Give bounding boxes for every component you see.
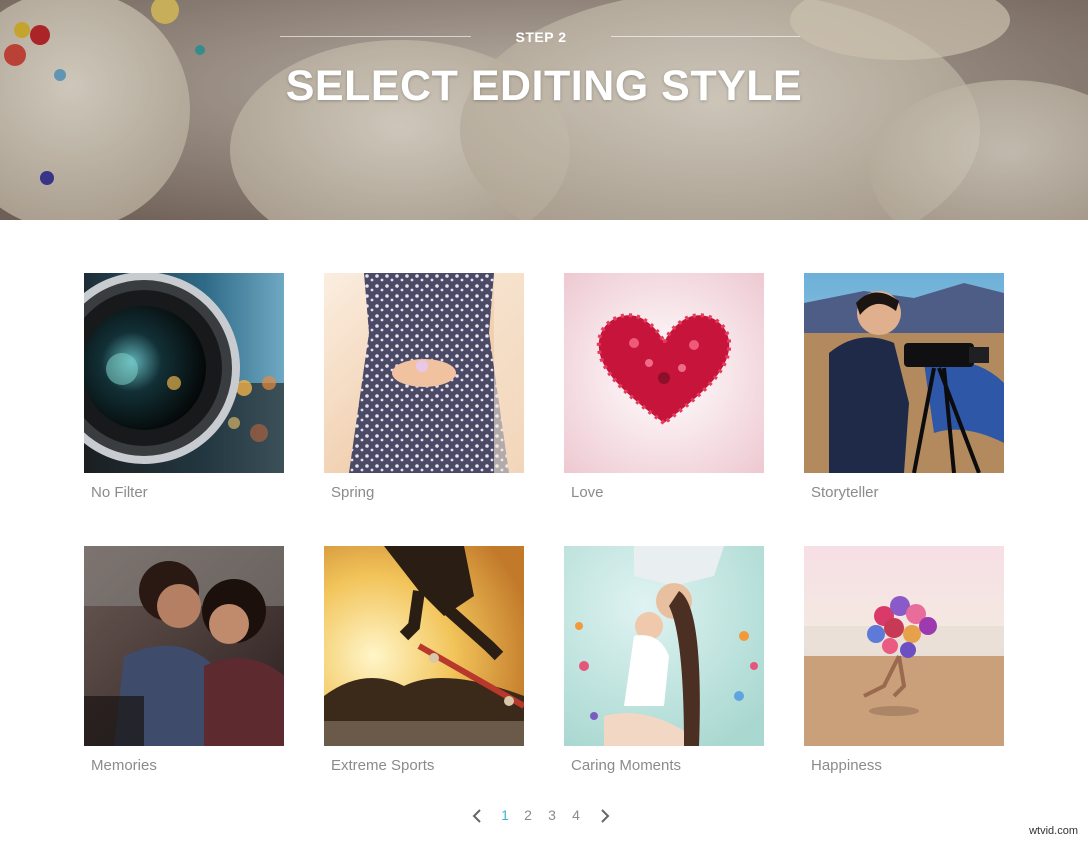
- style-thumbnail-spring[interactable]: [324, 273, 524, 473]
- step-divider-right: [611, 36, 800, 37]
- mother-child-image: [564, 546, 764, 746]
- style-label: Storyteller: [811, 484, 879, 501]
- step-indicator: STEP 2: [0, 27, 1088, 47]
- page-link-3[interactable]: 3: [545, 807, 559, 823]
- page-link-2[interactable]: 2: [521, 807, 535, 823]
- watermark: wtvid.com: [1029, 825, 1078, 837]
- style-thumbnail-no-filter[interactable]: [84, 273, 284, 473]
- floral-dress-image: [324, 273, 524, 473]
- style-label: Caring Moments: [571, 757, 682, 774]
- videographer-image: [804, 273, 1004, 473]
- style-thumbnail-love[interactable]: [564, 273, 764, 473]
- pagination: 1 2 3 4: [0, 806, 1088, 826]
- chevron-right-icon[interactable]: [597, 808, 611, 824]
- style-label: Happiness: [811, 757, 882, 774]
- style-thumbnail-storyteller[interactable]: [804, 273, 1004, 473]
- flower-heart-image: [564, 273, 764, 473]
- style-thumbnail-caring-moments[interactable]: [564, 546, 764, 746]
- balloons-beach-image: [804, 546, 1004, 746]
- step-label: STEP 2: [515, 29, 567, 45]
- couple-in-car-image: [84, 546, 284, 746]
- style-label: No Filter: [91, 484, 148, 501]
- style-label: Extreme Sports: [331, 757, 435, 774]
- style-thumbnail-extreme-sports[interactable]: [324, 546, 524, 746]
- page-link-1[interactable]: 1: [498, 807, 512, 823]
- style-thumbnail-memories[interactable]: [84, 546, 284, 746]
- style-thumbnail-happiness[interactable]: [804, 546, 1004, 746]
- page-title: SELECT EDITING STYLE: [285, 62, 803, 110]
- style-label: Spring: [331, 484, 375, 501]
- style-label: Love: [571, 484, 604, 501]
- camera-lens-image: [84, 273, 284, 473]
- step-divider-left: [280, 36, 471, 37]
- hero-banner: STEP 2 SELECT EDITING STYLE: [0, 0, 1088, 220]
- chevron-left-icon[interactable]: [471, 808, 485, 824]
- skateboarder-image: [324, 546, 524, 746]
- page-link-4[interactable]: 4: [569, 807, 583, 823]
- style-label: Memories: [91, 757, 157, 774]
